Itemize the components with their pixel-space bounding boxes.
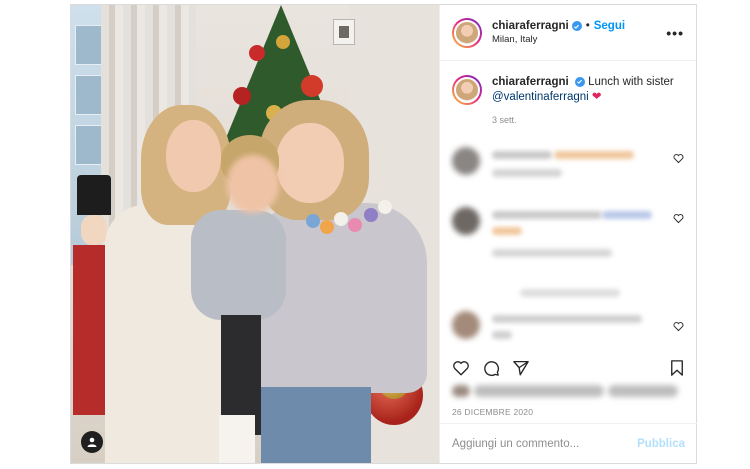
comment-avatar[interactable] (452, 147, 480, 175)
person-right-face (276, 123, 344, 203)
header-separator: • (585, 20, 590, 32)
heart-emoji-icon: ❤ (591, 91, 602, 103)
comment-avatar[interactable] (452, 311, 480, 339)
child-face-blurred (227, 155, 279, 213)
comment-like-icon[interactable] (673, 321, 684, 332)
comment-item (452, 207, 688, 257)
person-right-jeans (261, 387, 371, 463)
comment-input[interactable] (452, 437, 638, 450)
post-caption: chiaraferragni Lunch with sister @valent… (440, 61, 696, 105)
bookmark-icon[interactable] (668, 359, 686, 377)
post-actions (452, 357, 686, 379)
post-photo[interactable] (71, 5, 439, 463)
heart-outline-icon[interactable] (452, 359, 470, 377)
caption-avatar[interactable] (452, 75, 482, 105)
instagram-post: chiaraferragni • Segui Milan, Italy ••• … (70, 4, 697, 464)
tree-ornament (276, 35, 290, 49)
author-avatar[interactable] (452, 17, 482, 48)
paper-plane-icon[interactable] (512, 359, 530, 377)
author-username[interactable]: chiaraferragni (492, 20, 569, 32)
child-boot (219, 415, 255, 463)
add-comment-bar: Pubblica (440, 423, 697, 463)
verified-badge-icon (574, 76, 585, 87)
post-header: chiaraferragni • Segui Milan, Italy ••• (440, 5, 696, 61)
comment-like-icon[interactable] (673, 153, 684, 164)
tagged-users-icon[interactable] (81, 431, 103, 453)
comment-item (452, 147, 688, 191)
verified-badge-icon (571, 21, 582, 31)
child-sweater (191, 210, 286, 320)
caption-time[interactable]: 3 sett. (440, 115, 696, 125)
person-left-face (166, 120, 221, 192)
post-side-panel: chiaraferragni • Segui Milan, Italy ••• … (439, 5, 697, 463)
sweater-flowers (306, 200, 396, 240)
caption-username[interactable]: chiaraferragni (492, 76, 569, 88)
likes-count-blurred[interactable] (452, 385, 688, 399)
post-date[interactable]: 26 DICEMBRE 2020 (452, 407, 533, 417)
comment-bubble-icon[interactable] (482, 359, 500, 377)
publish-button[interactable]: Pubblica (637, 438, 685, 450)
caption-mention[interactable]: @valentinaferragni (492, 91, 589, 103)
caption-text: Lunch with sister (588, 76, 674, 88)
follow-button[interactable]: Segui (594, 20, 625, 32)
tree-ornament (233, 87, 251, 105)
view-replies-blur[interactable] (520, 289, 620, 297)
post-location[interactable]: Milan, Italy (492, 34, 666, 45)
tree-ornament (301, 75, 323, 97)
tree-ornament (249, 45, 265, 61)
comment-like-icon[interactable] (673, 213, 684, 224)
more-horizontal-icon[interactable]: ••• (666, 25, 684, 41)
comment-item (452, 311, 688, 355)
comment-avatar[interactable] (452, 207, 480, 235)
